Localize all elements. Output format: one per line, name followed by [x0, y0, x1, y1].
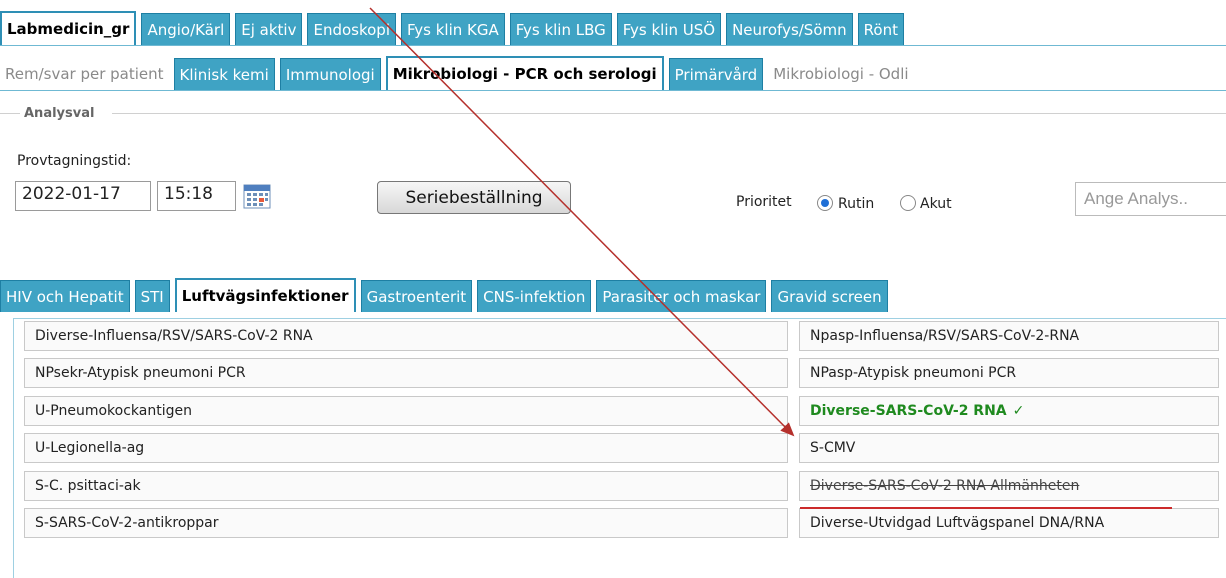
category-tab-parasiter-och-maskar[interactable]: Parasiter och maskar — [596, 280, 767, 312]
priority-akut-radio[interactable] — [900, 195, 916, 211]
priority-rutin-label: Rutin — [838, 196, 875, 212]
sub-tab-divider — [0, 90, 1226, 91]
tab-ej-aktiv[interactable]: Ej aktiv — [235, 13, 303, 45]
analysis-search-input[interactable]: Ange Analys.. — [1075, 182, 1226, 216]
analysis-right-item[interactable]: Npasp-Influensa/RSV/SARS-CoV-2-RNA — [799, 321, 1219, 351]
analysis-left-item[interactable]: U-Pneumokockantigen — [24, 396, 788, 426]
analysis-left-item[interactable]: S-SARS-CoV-2-antikroppar — [24, 508, 788, 538]
tab-neurofys-sömn[interactable]: Neurofys/Sömn — [726, 13, 853, 45]
analysis-left-item[interactable]: U-Legionella-ag — [24, 433, 788, 463]
category-tab-luftvägsinfektioner[interactable]: Luftvägsinfektioner — [174, 278, 356, 312]
category-tab-cns-infektion[interactable]: CNS-infektion — [477, 280, 592, 312]
category-tab-bar: HIV och Hepatit STI Luftvägsinfektioner Gas… — [0, 278, 893, 312]
category-tab-sti[interactable]: STI — [134, 280, 170, 312]
tab-fys-klin-usö[interactable]: Fys klin USÖ — [616, 13, 722, 45]
category-tab-gastroenterit[interactable]: Gastroenterit — [360, 280, 473, 312]
subtab-rem-svar-per-patient: Rem/svar per patient — [0, 58, 169, 90]
analysis-right-label: NPasp-Atypisk pneumoni PCR — [810, 365, 1017, 381]
analysis-right-item[interactable]: NPasp-Atypisk pneumoni PCR — [799, 358, 1219, 388]
checkmark-icon: ✓ — [1012, 403, 1025, 419]
category-tab-hiv-och-hepatit[interactable]: HIV och Hepatit — [0, 280, 130, 312]
subtab-mikrobiologi-pcr-och-serologi[interactable]: Mikrobiologi - PCR och serologi — [385, 56, 664, 90]
analysis-right-label: Diverse-Utvidgad Luftvägspanel DNA/RNA — [810, 515, 1105, 531]
priority-akut-label: Akut — [920, 196, 952, 212]
subtab-primärvård[interactable]: Primärvård — [668, 58, 764, 90]
analysis-right-label: S-CMV — [810, 440, 856, 456]
analysval-fieldset: Analysval — [0, 106, 1226, 122]
analysis-right-item[interactable]: Diverse-SARS-CoV-2 RNA ✓ — [799, 396, 1219, 426]
seriebestallning-button[interactable]: Seriebeställning — [377, 181, 571, 214]
calendar-icon[interactable] — [243, 183, 271, 209]
analysis-left-item[interactable]: S-C. psittaci-ak — [24, 471, 788, 501]
subtab-immunologi[interactable]: Immunologi — [279, 58, 381, 90]
analysis-right-label: Npasp-Influensa/RSV/SARS-CoV-2-RNA — [810, 328, 1080, 344]
analysis-left-item[interactable]: NPsekr-Atypisk pneumoni PCR — [24, 358, 788, 388]
tab-labmedicin-gr[interactable]: Labmedicin_gr — [0, 11, 137, 45]
analysis-right-item[interactable]: S-CMV — [799, 433, 1219, 463]
analysis-right-label: Diverse-SARS-CoV-2 RNA — [810, 403, 1007, 419]
tab-fys-klin-lbg[interactable]: Fys klin LBG — [509, 13, 612, 45]
subtab-mikrobiologi-odli: Mikrobiologi - Odli — [768, 58, 914, 90]
tab-fys-klin-kga[interactable]: Fys klin KGA — [401, 13, 505, 45]
top-tab-bar: Labmedicin_gr Angio/Kärl Ej aktiv Endoskopi… — [0, 11, 909, 45]
date-field[interactable]: 2022-01-17 — [15, 181, 151, 211]
tab-angio-kärl[interactable]: Angio/Kärl — [141, 13, 231, 45]
analysis-right-item[interactable]: Diverse-SARS-CoV-2 RNA Allmänheten — [799, 471, 1219, 501]
sub-tab-bar: Rem/svar per patient Klinisk kemi Immunolo… — [0, 56, 919, 90]
time-field[interactable]: 15:18 — [157, 181, 236, 211]
analysis-right-label: Diverse-SARS-CoV-2 RNA Allmänheten — [810, 478, 1080, 494]
analysis-right-item[interactable]: Diverse-Utvidgad Luftvägspanel DNA/RNA — [799, 508, 1219, 538]
tab-endoskopi[interactable]: Endoskopi — [307, 13, 396, 45]
priority-label: Prioritet — [736, 194, 792, 210]
subtab-klinisk-kemi[interactable]: Klinisk kemi — [173, 58, 275, 90]
tab-rönt[interactable]: Rönt — [857, 13, 904, 45]
strike-annotation — [800, 507, 1172, 509]
priority-rutin-radio[interactable] — [817, 195, 833, 211]
provtagningstid-label: Provtagningstid: — [17, 153, 132, 169]
analysval-legend: Analysval — [24, 106, 95, 121]
analysis-left-item[interactable]: Diverse-Influensa/RSV/SARS-CoV-2 RNA — [24, 321, 788, 351]
category-tab-gravid-screen[interactable]: Gravid screen — [771, 280, 888, 312]
top-tab-divider — [0, 45, 1226, 46]
